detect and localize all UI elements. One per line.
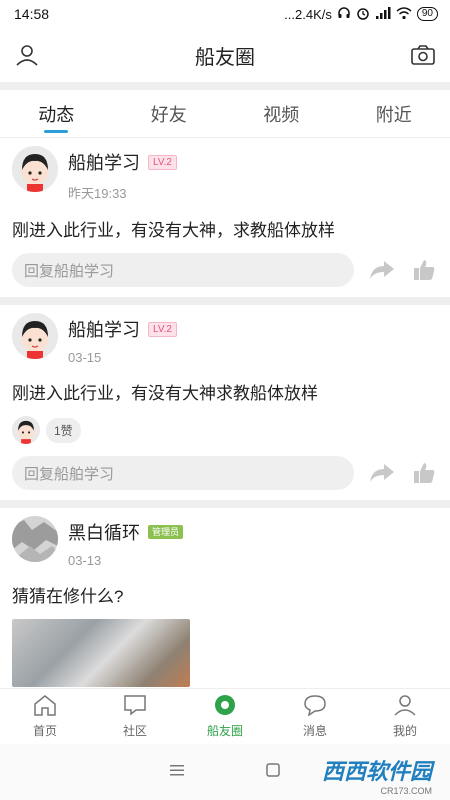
post-content[interactable]: 刚进入此行业，有没有大神求教船体放样 [12,379,438,404]
header-separator [0,82,450,90]
author-name[interactable]: 船舶学习 [68,149,140,175]
post-content[interactable]: 猜猜在修什么? [12,582,438,607]
home-square-icon[interactable] [265,762,281,783]
admin-badge: 管理员 [148,525,184,539]
nav-label: 社区 [122,724,147,738]
status-indicators: ...2.4K/s 90 [284,6,438,23]
post-time: 03-15 [68,350,102,365]
status-bar: 14:58 ...2.4K/s 90 [0,0,450,28]
tab-video[interactable]: 视频 [225,90,338,137]
user-icon[interactable] [14,42,40,68]
reply-input[interactable]: 回复船舶学习 [12,456,354,490]
app-header: 船友圈 [0,28,450,82]
level-badge: LV.2 [148,154,177,170]
post-time: 03-13 [68,553,102,568]
avatar[interactable] [12,313,58,359]
headphone-icon [337,6,351,23]
tab-nearby[interactable]: 附近 [338,90,450,137]
tab-label: 附近 [375,104,412,125]
post-separator [0,297,450,305]
wifi-icon [396,6,412,23]
tab-label: 动态 [38,104,75,125]
likes-row: 1赞 [12,416,438,444]
author-name[interactable]: 黑白循环 [68,519,140,545]
like-count[interactable]: 1赞 [46,417,81,443]
nav-label: 消息 [302,724,327,738]
watermark-text: 西西软件园 [321,759,432,784]
camera-icon[interactable] [410,42,436,68]
page-title: 船友圈 [195,46,255,69]
system-nav-bar: 西西软件园 CR173.COM [0,744,450,800]
nav-label: 船友圈 [206,724,243,738]
level-badge: LV.2 [148,321,177,337]
alarm-icon [356,6,370,23]
post-card: 船舶学习 LV.2 昨天19:33 刚进入此行业，有没有大神，求教船体放样 回复… [0,138,450,297]
tab-dynamic[interactable]: 动态 [0,90,113,137]
post-image[interactable] [12,619,190,687]
battery-indicator: 90 [416,7,438,21]
avatar[interactable] [12,146,58,192]
reply-input[interactable]: 回复船舶学习 [12,253,354,287]
like-icon[interactable] [410,256,438,284]
nav-profile[interactable]: 我的 [360,689,450,744]
profile-icon [393,694,417,719]
signal-icon [375,6,391,23]
author-name[interactable]: 船舶学习 [68,316,140,342]
post-separator [0,500,450,508]
share-icon[interactable] [368,256,396,284]
post-content[interactable]: 刚进入此行业，有没有大神，求教船体放样 [12,216,438,241]
tab-label: 视频 [263,104,300,125]
feed[interactable]: 船舶学习 LV.2 昨天19:33 刚进入此行业，有没有大神，求教船体放样 回复… [0,138,450,688]
liker-avatar[interactable] [12,416,40,444]
status-time: 14:58 [14,6,50,22]
tab-label: 好友 [150,104,187,125]
like-icon[interactable] [410,459,438,487]
feed-tabs: 动态 好友 视频 附近 [0,90,450,138]
share-icon[interactable] [368,459,396,487]
menu-icon[interactable] [169,763,185,782]
post-card: 船舶学习 LV.2 03-15 刚进入此行业，有没有大神求教船体放样 1赞 回复… [0,305,450,500]
watermark-sub: CR173.COM [380,786,432,796]
post-time: 昨天19:33 [68,186,127,201]
bottom-nav: 首页 社区 船友圈 消息 我的 [0,688,450,744]
message-icon [303,694,327,719]
nav-label: 我的 [392,724,417,738]
home-icon [33,694,57,719]
nav-messages[interactable]: 消息 [270,689,360,744]
nav-label: 首页 [32,724,57,738]
nav-community[interactable]: 社区 [90,689,180,744]
community-icon [123,694,147,719]
post-card: 黑白循环 管理员 03-13 猜猜在修什么? [0,508,450,688]
network-speed: ...2.4K/s [284,6,332,22]
avatar[interactable] [12,516,58,562]
nav-circle[interactable]: 船友圈 [180,689,270,744]
circle-icon [213,694,237,719]
watermark-logo: 西西软件园 CR173.COM [322,754,432,796]
nav-home[interactable]: 首页 [0,689,90,744]
tab-friends[interactable]: 好友 [113,90,226,137]
